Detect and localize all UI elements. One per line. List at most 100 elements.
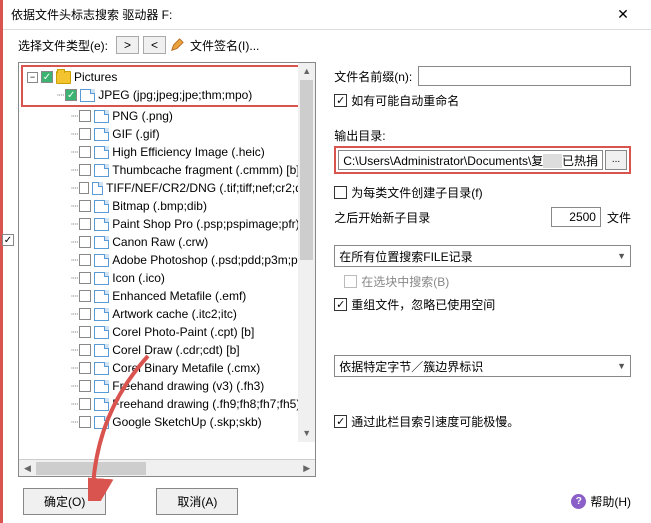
tree-item-label: Corel Draw (.cdr;cdt) [b]	[112, 343, 239, 357]
tree-item[interactable]: ┈Adobe Photoshop (.psd;pdd;p3m;p3r	[21, 251, 315, 269]
tree-item[interactable]: ┈Google SketchUp (.skp;skb)	[21, 413, 315, 431]
tree-root-pictures[interactable]: − ✓ Pictures	[23, 68, 301, 86]
search-in-selection-label: 在选块中搜索(B)	[361, 273, 449, 290]
tree-item[interactable]: ┈TIFF/NEF/CR2/DNG (.tif;tiff;nef;cr2;dng	[21, 179, 315, 197]
ok-button[interactable]: 确定(O)	[23, 488, 106, 515]
footer: 确定(O) 取消(A) ? 帮助(H)	[3, 479, 651, 523]
output-dir-label: 输出目录:	[334, 127, 631, 144]
checkbox[interactable]	[79, 182, 88, 194]
tree-item[interactable]: ┈High Efficiency Image (.heic)	[21, 143, 315, 161]
checkbox[interactable]	[79, 344, 91, 356]
tree-item[interactable]: ┈Freehand drawing (.fh9;fh8;fh7;fh5)	[21, 395, 315, 413]
highlight-box-path: C:\Users\Administrator\Documents\复 已热捐 .…	[334, 146, 631, 174]
search-location-value: 在所有位置搜索FILE记录	[339, 248, 472, 265]
checkbox[interactable]	[79, 416, 91, 428]
tree-item[interactable]: ┈Corel Binary Metafile (.cmx)	[21, 359, 315, 377]
toolbar: 选择文件类型(e): > < 文件签名(I)...	[3, 30, 651, 60]
tree-item-label: Google SketchUp (.skp;skb)	[112, 415, 261, 429]
highlight-box-tree: − ✓ Pictures ┈ ✓ JPEG (jpg;jpeg;jpe;thm;…	[21, 65, 303, 107]
expand-button[interactable]: >	[116, 36, 139, 54]
output-path-input[interactable]: C:\Users\Administrator\Documents\复 已热捐	[338, 150, 603, 170]
file-icon	[94, 362, 109, 375]
checkbox[interactable]	[79, 362, 91, 374]
checkbox-pictures[interactable]: ✓	[41, 71, 53, 83]
tree-item-label: JPEG (jpg;jpeg;jpe;thm;mpo)	[98, 88, 252, 102]
tree-item[interactable]: ┈Artwork cache (.itc2;itc)	[21, 305, 315, 323]
left-edge-checkbox[interactable]: ✓	[2, 234, 14, 246]
subfolder-checkbox[interactable]	[334, 186, 347, 199]
tree-item-label: Corel Binary Metafile (.cmx)	[112, 361, 260, 375]
tree-root-label: Pictures	[74, 70, 117, 84]
tree-item[interactable]: ┈Corel Draw (.cdr;cdt) [b]	[21, 341, 315, 359]
file-icon	[94, 272, 109, 285]
tree-item[interactable]: ┈Corel Photo-Paint (.cpt) [b]	[21, 323, 315, 341]
close-icon[interactable]: ✕	[603, 6, 643, 23]
tree-item-label: Canon Raw (.crw)	[112, 235, 208, 249]
tree-item[interactable]: ┈Freehand drawing (v3) (.fh3)	[21, 377, 315, 395]
dedup-checkbox[interactable]	[334, 298, 347, 311]
scroll-thumb-v[interactable]	[300, 80, 313, 260]
tree-item[interactable]: ┈Bitmap (.bmp;dib)	[21, 197, 315, 215]
tree-item[interactable]: ┈GIF (.gif)	[21, 125, 315, 143]
browse-button[interactable]: ...	[605, 150, 627, 170]
tree-item[interactable]: ┈PNG (.png)	[21, 107, 315, 125]
tree-item-label: Enhanced Metafile (.emf)	[112, 289, 246, 303]
cancel-button[interactable]: 取消(A)	[156, 488, 238, 515]
checkbox[interactable]	[79, 128, 91, 140]
file-icon	[94, 290, 109, 303]
checkbox[interactable]	[79, 164, 91, 176]
checkbox[interactable]	[79, 146, 91, 158]
body: ✓ − ✓ Pictures ┈ ✓ JPEG (jpg;jpeg;jpe;th…	[3, 60, 651, 479]
checkbox[interactable]	[79, 290, 91, 302]
checkbox-jpeg[interactable]: ✓	[65, 89, 77, 101]
left-panel: − ✓ Pictures ┈ ✓ JPEG (jpg;jpeg;jpe;thm;…	[18, 62, 316, 477]
tree-item[interactable]: ┈Canon Raw (.crw)	[21, 233, 315, 251]
checkbox[interactable]	[79, 326, 91, 338]
checkbox[interactable]	[79, 236, 91, 248]
file-icon	[94, 200, 109, 213]
file-icon	[94, 128, 109, 141]
checkbox[interactable]	[79, 200, 91, 212]
horizontal-scrollbar[interactable]: ◀ ▶	[19, 459, 315, 476]
checkbox[interactable]	[79, 398, 91, 410]
file-signature-link[interactable]: 文件签名(I)...	[190, 37, 259, 54]
tree-item[interactable]: ┈Paint Shop Pro (.psp;pspimage;pfr) [b	[21, 215, 315, 233]
checkbox[interactable]	[79, 272, 91, 284]
tree-item[interactable]: ┈Enhanced Metafile (.emf)	[21, 287, 315, 305]
byte-boundary-select[interactable]: 依据特定字节／簇边界标识 ▼	[334, 355, 631, 377]
vertical-scrollbar[interactable]: ▲ ▼	[298, 63, 315, 442]
tree-item[interactable]: ┈Icon (.ico)	[21, 269, 315, 287]
auto-rename-checkbox[interactable]	[334, 94, 347, 107]
prefix-input[interactable]	[418, 66, 631, 86]
subfolder-label: 为每类文件创建子目录(f)	[351, 184, 482, 201]
chevron-down-icon: ▼	[617, 251, 626, 261]
tree-item-label: Corel Photo-Paint (.cpt) [b]	[112, 325, 254, 339]
search-location-select[interactable]: 在所有位置搜索FILE记录 ▼	[334, 245, 631, 267]
file-icon	[94, 380, 109, 393]
tree-item-jpeg[interactable]: ┈ ✓ JPEG (jpg;jpeg;jpe;thm;mpo)	[23, 86, 301, 104]
slow-index-checkbox[interactable]	[334, 415, 347, 428]
checkbox[interactable]	[79, 254, 91, 266]
tree-item-label: GIF (.gif)	[112, 127, 159, 141]
scroll-up-icon[interactable]: ▲	[298, 63, 315, 80]
file-icon	[94, 344, 109, 357]
scroll-right-icon[interactable]: ▶	[298, 460, 315, 477]
checkbox[interactable]	[79, 110, 91, 122]
help-button[interactable]: ? 帮助(H)	[571, 493, 631, 510]
tree-item-label: Thumbcache fragment (.cmmm) [b]	[112, 163, 299, 177]
slow-index-label: 通过此栏目索引速度可能极慢。	[351, 413, 519, 430]
scroll-left-icon[interactable]: ◀	[19, 460, 36, 477]
tree-item-label: Bitmap (.bmp;dib)	[112, 199, 207, 213]
checkbox[interactable]	[79, 308, 91, 320]
newfolder-count-input[interactable]	[551, 207, 601, 227]
collapse-button[interactable]: <	[143, 36, 166, 54]
tree-item-label: Freehand drawing (v3) (.fh3)	[112, 379, 264, 393]
checkbox[interactable]	[79, 218, 91, 230]
help-icon: ?	[571, 494, 586, 509]
scroll-thumb-h[interactable]	[36, 462, 146, 475]
collapse-icon[interactable]: −	[27, 72, 38, 83]
tree-item[interactable]: ┈Thumbcache fragment (.cmmm) [b]	[21, 161, 315, 179]
scroll-down-icon[interactable]: ▼	[298, 425, 315, 442]
file-type-tree: − ✓ Pictures ┈ ✓ JPEG (jpg;jpeg;jpe;thm;…	[19, 63, 315, 459]
checkbox[interactable]	[79, 380, 91, 392]
